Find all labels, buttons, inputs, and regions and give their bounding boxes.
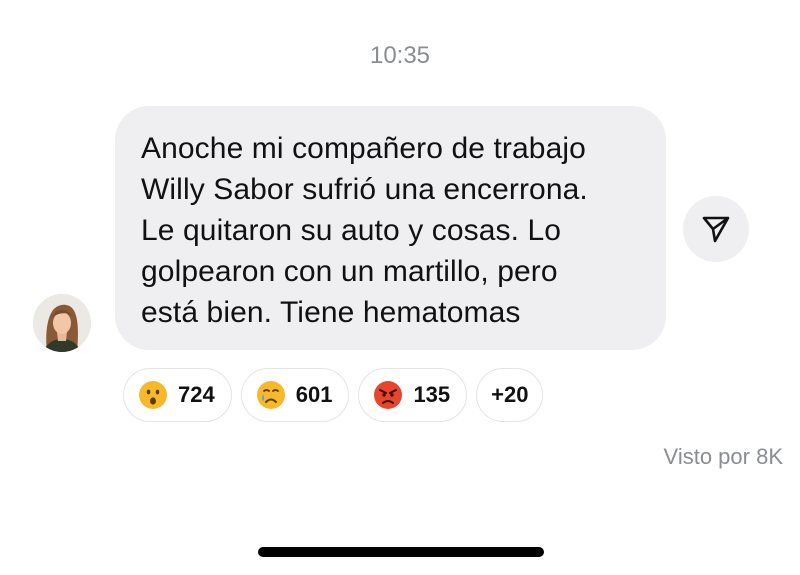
avatar-photo-icon: [33, 294, 91, 352]
surprised-face-emoji-icon: [139, 381, 167, 409]
share-button[interactable]: [683, 196, 749, 262]
reaction-surprised[interactable]: 724: [123, 368, 232, 422]
message-bubble[interactable]: Anoche mi compañero de trabajo Willy Sab…: [115, 106, 666, 350]
more-reactions-label: +20: [491, 382, 529, 407]
seen-by-label: Visto por 8K: [663, 444, 783, 469]
reaction-count: 724: [178, 382, 215, 407]
home-indicator[interactable]: [258, 547, 544, 557]
reaction-angry[interactable]: 135: [358, 368, 468, 422]
reaction-crying[interactable]: 601: [240, 368, 350, 422]
reaction-count: 601: [295, 382, 333, 407]
send-icon: [702, 216, 730, 243]
reactions-bar: 724 601 135 +20: [123, 368, 544, 422]
message-timestamp: 10:35: [369, 42, 431, 69]
angry-face-emoji-icon: [374, 381, 403, 409]
sender-avatar[interactable]: [33, 294, 91, 352]
crying-face-emoji-icon: [256, 381, 285, 409]
reaction-count: 135: [413, 382, 451, 407]
more-reactions-button[interactable]: +20: [476, 368, 544, 422]
